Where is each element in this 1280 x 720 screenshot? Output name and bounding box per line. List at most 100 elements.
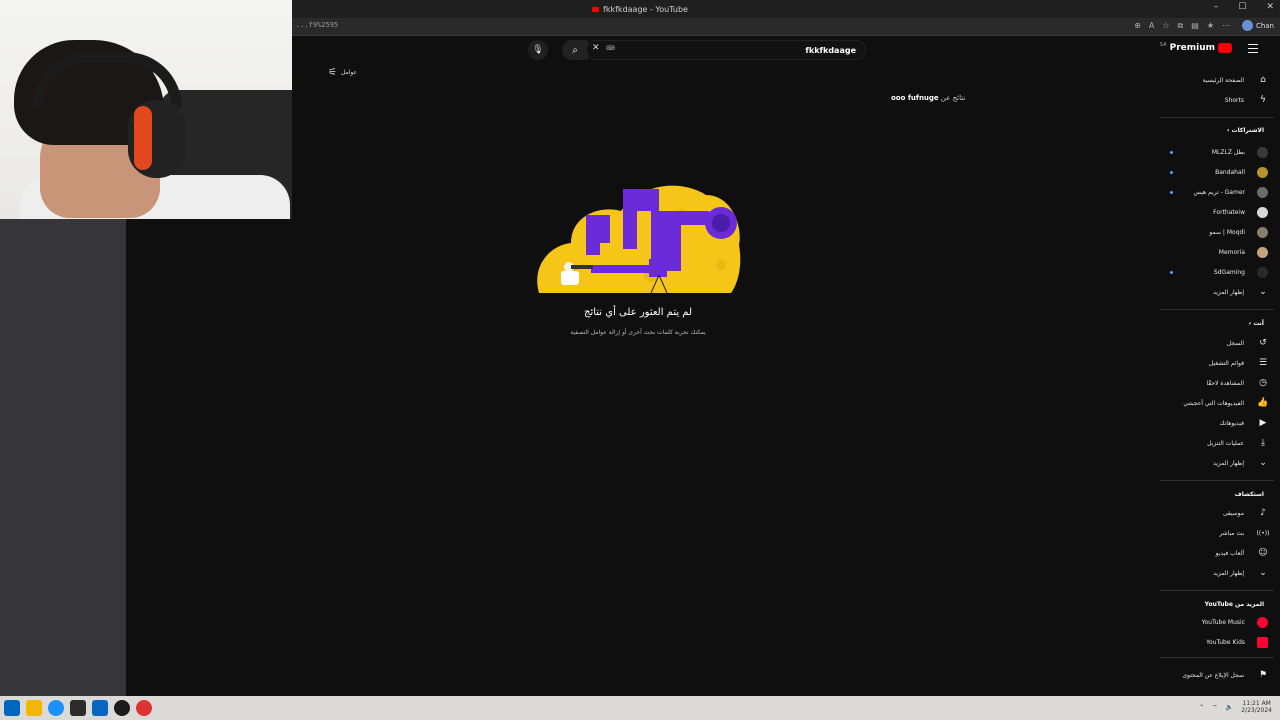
results-query[interactable]: ooo fufnuge [891,94,939,102]
favorite-icon[interactable]: ☆ [1162,21,1169,31]
file-explorer-icon[interactable] [26,700,42,716]
sidebar-item-label: قوائم التشغيل [1208,359,1244,367]
sidebar-item-label: عمليات التنزيل [1207,439,1244,447]
profile-name: Chan [1255,21,1274,30]
divider [1160,590,1274,591]
voice-search-button[interactable]: 🎙 [528,40,548,60]
sidebar-item-report-history[interactable]: ⚑ سجل الإبلاغ عن المحتوى [1154,667,1280,683]
subscription-item[interactable]: Forthateiw [1154,204,1280,220]
youtube-music-icon [1257,616,1268,628]
volume-icon[interactable]: 🔈 [1226,704,1233,711]
sidebar-item-label: فيديوهاتك [1219,419,1244,427]
history-icon: ↺ [1259,338,1267,348]
collections-icon[interactable]: ▤ [1191,21,1199,31]
maximize-button[interactable]: ☐ [1238,2,1246,12]
start-menu-icon[interactable] [4,700,20,716]
windows-taskbar: ⌃ ⌔ 🔈 11:21 AM 2/23/2024 [0,696,1280,720]
subscription-item[interactable]: Bandahall [1154,164,1280,180]
clock[interactable]: 11:21 AM 2/23/2024 [1241,700,1272,714]
sidebar-item-watch-later[interactable]: ◷ المشاهدة لاحقًا [1154,375,1280,391]
divider [1160,117,1274,118]
close-window-button[interactable]: ✕ [1266,2,1274,12]
youtube-kids-icon [1257,636,1268,648]
zoom-icon[interactable]: ⊕ [1134,21,1141,31]
favorites-bar-icon[interactable]: ★ [1207,21,1214,31]
video-icon: ▶ [1259,418,1267,428]
show-more-you[interactable]: ⌄ إظهار المزيد [1154,455,1280,471]
settings-icon[interactable]: ⋯ [1222,21,1230,31]
clear-search-icon[interactable]: ✕ [592,43,600,53]
filter-sliders-icon: ⚟ [328,67,337,78]
logo-text: Premium [1169,43,1215,53]
hamburger-menu-icon[interactable] [1248,44,1258,53]
sidebar-item-label: الصفحة الرئيسية [1202,76,1244,84]
channel-avatar [1257,186,1268,198]
sidebar-item-liked[interactable]: 👍 الفيديوهات التي أعجبتني [1154,395,1280,411]
read-aloud-icon[interactable]: A [1149,21,1154,31]
subscription-item[interactable]: SdGaming [1154,264,1280,280]
taskbar-apps [4,700,152,716]
explore-header: استكشاف [1234,491,1264,498]
extensions-icon[interactable]: ⧉ [1178,21,1184,31]
sidebar-item-your-videos[interactable]: ▶ فيديوهاتك [1154,415,1280,431]
show-more-subscriptions[interactable]: ⌄ إظهار المزيد [1154,284,1280,300]
sidebar-item-label: Gamer - تريم هيس [1193,188,1246,196]
subscription-item[interactable]: بطل MLZLZ [1154,144,1280,160]
playlists-icon: ☰ [1258,358,1268,368]
sidebar-item-music[interactable]: ♪ موسيقى [1154,505,1280,521]
thumbs-up-icon: 👍 [1257,398,1269,408]
sidebar-item-label: SdGaming [1213,268,1245,276]
recording-app-icon[interactable] [136,700,152,716]
country-code: SA [1159,42,1167,48]
search-button[interactable]: ⌕ [562,40,588,60]
sidebar-item-history[interactable]: ↺ السجل [1154,335,1280,351]
you-header[interactable]: أنت › [1154,320,1280,332]
app-icon[interactable] [70,700,86,716]
empty-state-subtitle: يمكنك تجربة كلمات بحث أخرى أو إزالة عوام… [570,329,706,336]
sidebar-item-label: السجل [1226,339,1244,347]
subscription-item[interactable]: Moqdi | سمو [1154,224,1280,240]
masthead: 🎙 ⌕ ✕ ⌨ SA Premium [126,37,1280,65]
url-text[interactable]: ...f9%2595 [296,21,338,29]
subscriptions-header[interactable]: الاشتراكات › [1154,127,1280,139]
show-more-explore[interactable]: ⌄ إظهار المزيد [1154,565,1280,581]
youtube-logo[interactable]: SA Premium [1159,42,1232,53]
subscription-item[interactable]: Gamer - تريم هيس [1154,184,1280,200]
sidebar-item-youtube-music[interactable]: YouTube Music [1154,614,1280,630]
channel-avatar [1257,206,1268,218]
edge-browser-icon[interactable] [48,700,64,716]
sidebar-item-playlists[interactable]: ☰ قوائم التشغيل [1154,355,1280,371]
screen: fkkfkdaage - YouTube – ☐ ✕ ...f9%2595 ⊕ … [0,0,1280,720]
chevron-up-icon[interactable]: ⌃ [1199,704,1204,711]
subscription-item[interactable]: Memoria [1154,244,1280,260]
sidebar-item-label: الفيديوهات التي أعجبتني [1183,399,1244,407]
steam-icon[interactable] [114,700,130,716]
sidebar-item-home[interactable]: ⌂ الصفحة الرئيسية [1154,72,1280,88]
sidebar-item-label: YouTube Music [1201,618,1245,626]
network-icon[interactable]: ⌔ [1212,703,1218,711]
minimize-button[interactable]: – [1214,2,1219,12]
sidebar-item-shorts[interactable]: ϟ Shorts [1154,92,1280,108]
profile-button[interactable]: Chan [1241,20,1274,31]
search-input[interactable] [606,43,856,57]
divider [1160,309,1274,310]
sidebar-item-label: Forthateiw [1213,208,1245,216]
live-broadcast-icon: ((•)) [1256,529,1270,537]
sidebar-item-label: Bandahall [1215,168,1245,176]
webcam-overlay [0,0,292,219]
filters-button[interactable]: ⚟ عوامل [328,67,357,78]
youtube-play-icon [1218,43,1232,53]
mail-icon[interactable] [92,700,108,716]
sidebar-item-live[interactable]: ((•)) بث مباشر [1154,525,1280,541]
sidebar-item-label: ألعاب فيديو [1215,549,1244,557]
window-title: fkkfkdaage - YouTube [603,4,688,14]
search-icon: ⌕ [572,44,578,56]
youtube-page: 🎙 ⌕ ✕ ⌨ SA Premium ⚟ عوامل نتائج عن ooo … [126,37,1280,696]
system-tray: ⌃ ⌔ 🔈 11:21 AM 2/23/2024 [1199,700,1272,714]
sidebar-item-gaming[interactable]: ☺ ألعاب فيديو [1154,545,1280,561]
divider [1160,480,1274,481]
sidebar-item-youtube-kids[interactable]: YouTube Kids [1154,634,1280,650]
sidebar-item-label: المشاهدة لاحقًا [1206,379,1244,387]
sidebar-item-downloads[interactable]: ⤓ عمليات التنزيل [1154,435,1280,451]
home-icon: ⌂ [1260,75,1266,85]
